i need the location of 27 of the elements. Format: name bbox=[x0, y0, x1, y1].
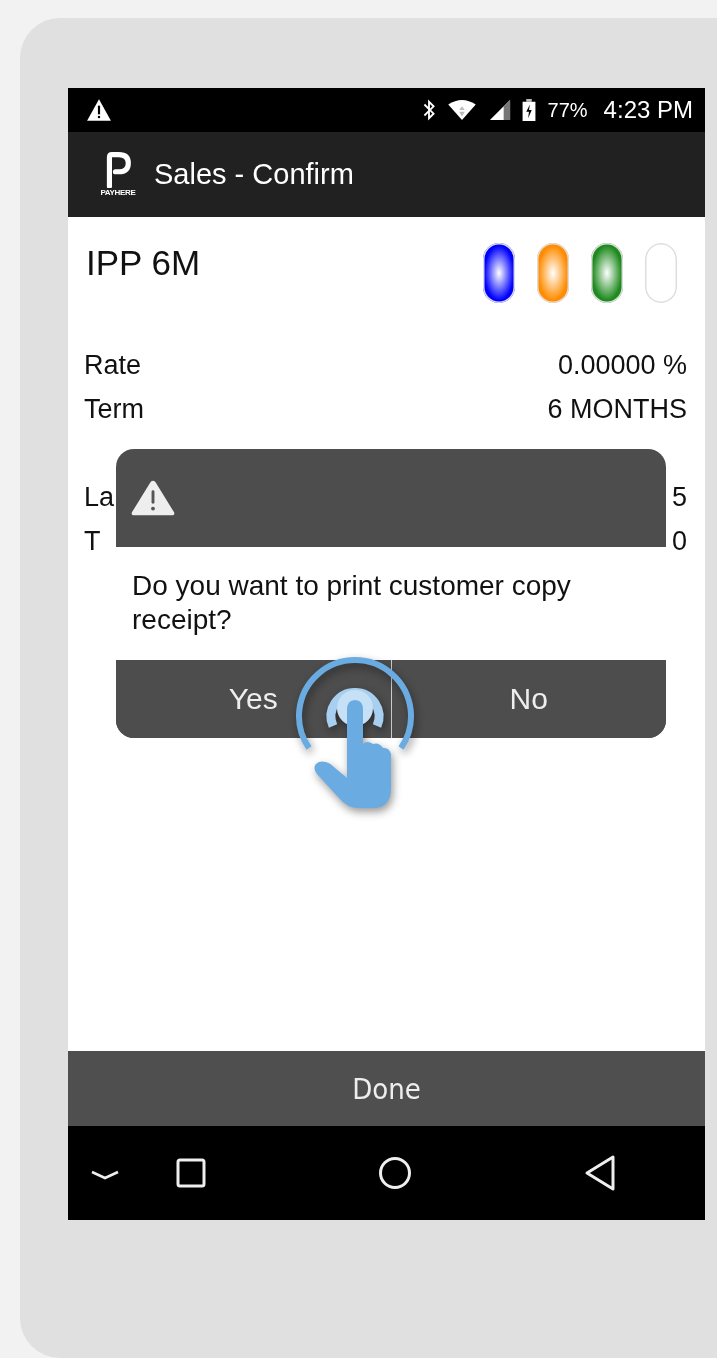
logo-icon bbox=[105, 152, 131, 188]
bluetooth-icon bbox=[421, 99, 436, 121]
battery-icon bbox=[521, 99, 536, 121]
warning-icon bbox=[130, 478, 176, 518]
battery-percent: 77% bbox=[547, 98, 588, 122]
home-icon[interactable] bbox=[378, 1156, 412, 1190]
recents-icon[interactable] bbox=[176, 1158, 206, 1188]
chevron-down-icon[interactable] bbox=[90, 1169, 120, 1181]
clock-time: 4:23 PM bbox=[603, 96, 693, 124]
logo-text: PAYHERE bbox=[100, 188, 136, 197]
screen-title: Sales - Confirm bbox=[154, 158, 354, 191]
plan-name: IPP 6M bbox=[86, 243, 201, 283]
detail-label: Term bbox=[84, 393, 144, 426]
detail-value: 0.00000 % bbox=[557, 349, 687, 382]
done-button[interactable]: Done bbox=[68, 1051, 705, 1126]
detail-label: La bbox=[84, 481, 115, 514]
dialog-message: Do you want to print customer copy receipt? bbox=[116, 547, 666, 660]
signal-icon bbox=[487, 99, 512, 121]
wifi-icon bbox=[445, 99, 478, 121]
dialog-button[interactable]: No bbox=[390, 660, 666, 738]
detail-value: 5 bbox=[671, 481, 687, 514]
detail-label: Rate bbox=[84, 349, 142, 382]
warning-icon bbox=[86, 98, 112, 122]
detail-label: T bbox=[84, 525, 101, 558]
detail-value: 6 MONTHS bbox=[547, 393, 687, 426]
back-icon[interactable] bbox=[584, 1154, 616, 1192]
detail-value: 0 bbox=[671, 525, 687, 558]
